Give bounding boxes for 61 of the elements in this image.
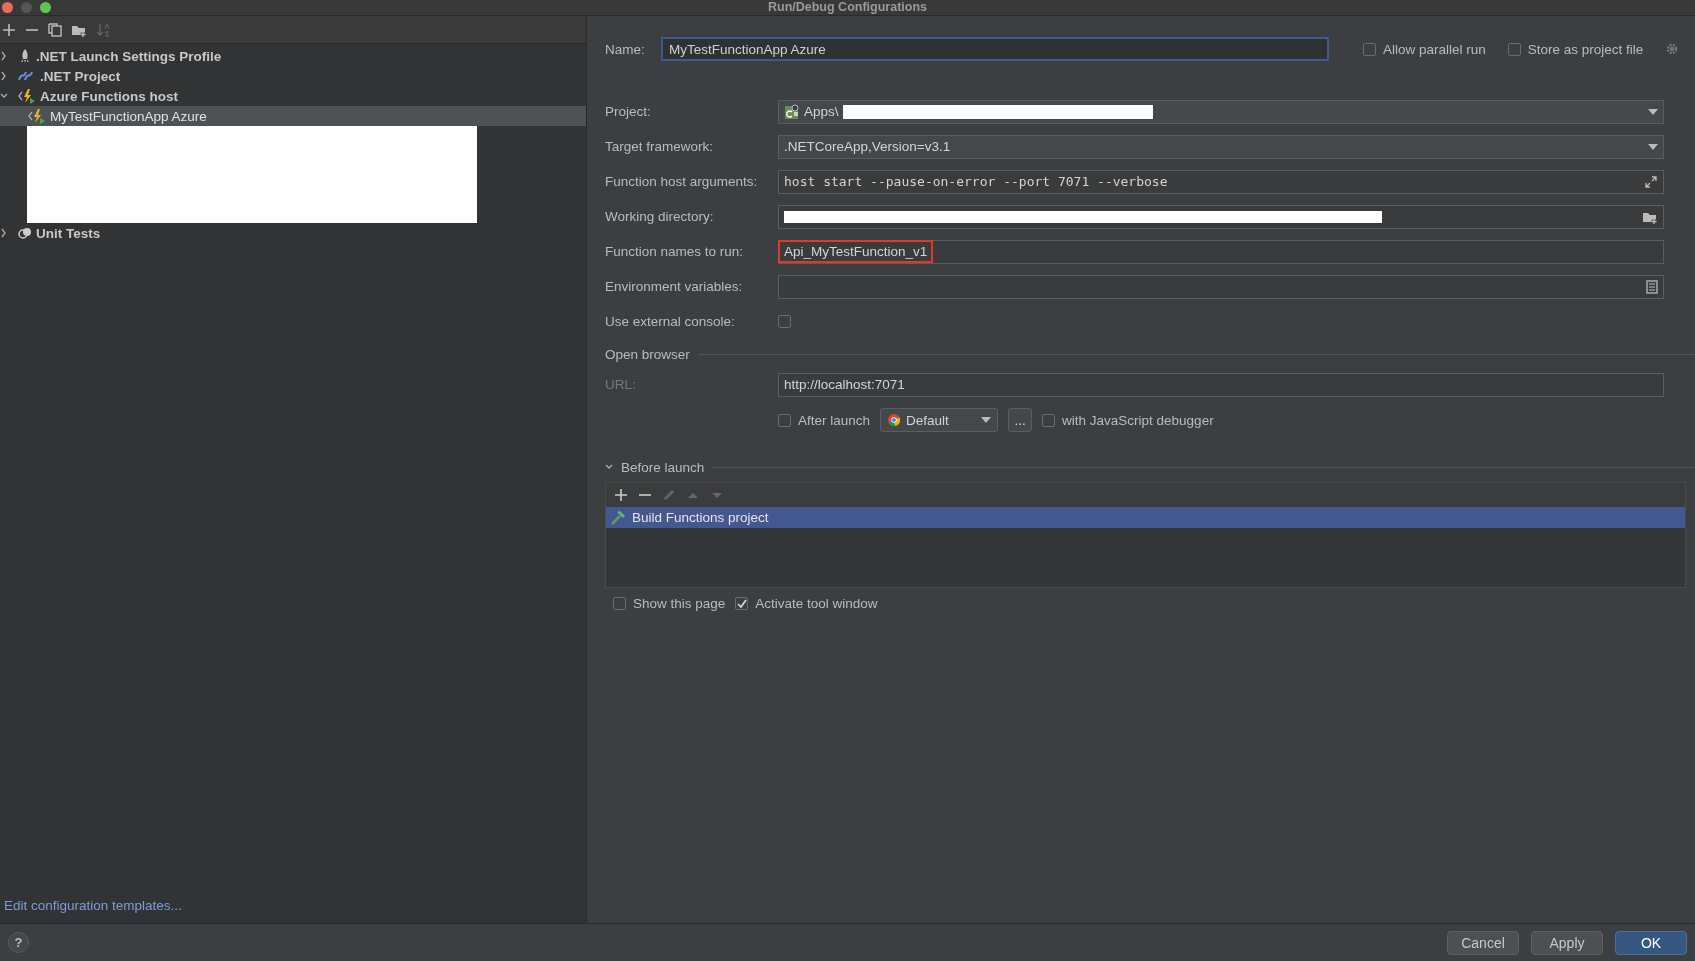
option-checkbox[interactable]: Activate tool window <box>735 596 878 611</box>
document-icon[interactable] <box>1646 279 1658 294</box>
input-field[interactable] <box>778 204 1664 229</box>
task-item[interactable]: Build Functions project <box>606 507 1685 528</box>
more-button[interactable]: ... <box>1008 408 1033 432</box>
caret-icon <box>981 417 992 423</box>
input-field[interactable]: Api_MyTestFunction_v1 <box>778 239 1664 264</box>
field-label: Function names to run: <box>605 244 745 259</box>
field-label: Environment variables: <box>605 279 744 294</box>
dropdown[interactable]: .NETCoreApp,Version=v3.1 <box>778 134 1664 159</box>
dialog-button[interactable]: Apply <box>1531 930 1603 955</box>
help-button[interactable]: ? <box>8 932 29 953</box>
close-window-button[interactable] <box>2 2 13 13</box>
option-checkbox[interactable]: Show this page <box>613 596 726 611</box>
copy-icon[interactable] <box>48 22 62 37</box>
plus-icon[interactable] <box>614 488 628 502</box>
tree-item[interactable]: .NET Project <box>0 66 586 86</box>
url-field[interactable]: http://localhost:7071 <box>778 372 1664 397</box>
field-label: Use external console: <box>605 314 736 329</box>
tree-item[interactable]: MyTestFunctionApp Azure <box>0 106 586 126</box>
tree-item[interactable]: .NET Launch Settings Profile <box>0 46 586 66</box>
gear-icon[interactable] <box>1665 42 1680 56</box>
toggle-icon <box>18 226 32 240</box>
csharp-file-icon <box>784 103 800 120</box>
lightning-icon <box>28 108 46 124</box>
highlighted-value: Api_MyTestFunction_v1 <box>780 242 932 261</box>
caret-icon <box>1648 143 1658 150</box>
option-checkbox[interactable]: Allow parallel run <box>1363 41 1486 57</box>
caret-icon <box>1648 108 1658 115</box>
section-title: Before launch <box>621 459 705 475</box>
field-label: Function host arguments: <box>605 174 759 189</box>
field-label: Project: <box>605 104 652 119</box>
option-checkbox[interactable]: Store as project file <box>1507 41 1644 57</box>
field-label: URL: <box>605 377 637 392</box>
field-label: Target framework: <box>605 139 715 154</box>
checkmark-icon <box>736 598 747 609</box>
input-field[interactable] <box>778 274 1664 299</box>
edit-templates-link[interactable]: Edit configuration templates... <box>0 898 182 923</box>
section-title: Open browser <box>605 346 690 362</box>
plus-icon[interactable] <box>2 22 16 37</box>
hammer-icon <box>610 509 626 526</box>
input-field[interactable]: host start --pause-on-error --port 7071 --verbose <box>778 169 1664 194</box>
name-field[interactable]: MyTestFunctionApp Azure <box>661 37 1329 61</box>
ok-button[interactable]: OK <box>1615 930 1687 955</box>
expand-icon[interactable] <box>1644 174 1658 189</box>
browser-logo-icon <box>887 413 902 427</box>
dialog-button[interactable]: Cancel <box>1447 930 1519 955</box>
tree-item[interactable]: Azure Functions host <box>0 86 586 106</box>
field-label: Working directory: <box>605 209 715 224</box>
tree-item[interactable]: Unit Tests <box>0 223 586 243</box>
zoom-window-button[interactable] <box>40 2 51 13</box>
browser-dropdown[interactable]: Default <box>880 408 999 432</box>
checkbox[interactable] <box>778 315 791 328</box>
after-launch-checkbox[interactable]: After launch <box>778 412 871 428</box>
dropdown[interactable]: Apps\ <box>778 99 1664 124</box>
window-title: Run/Debug Configurations <box>768 0 927 14</box>
lightning-icon <box>18 88 36 104</box>
rocket-icon <box>18 48 32 64</box>
wave-icon <box>18 70 36 82</box>
field-label: Name: <box>605 41 646 57</box>
debugger-checkbox[interactable]: with JavaScript debugger <box>1042 412 1214 428</box>
